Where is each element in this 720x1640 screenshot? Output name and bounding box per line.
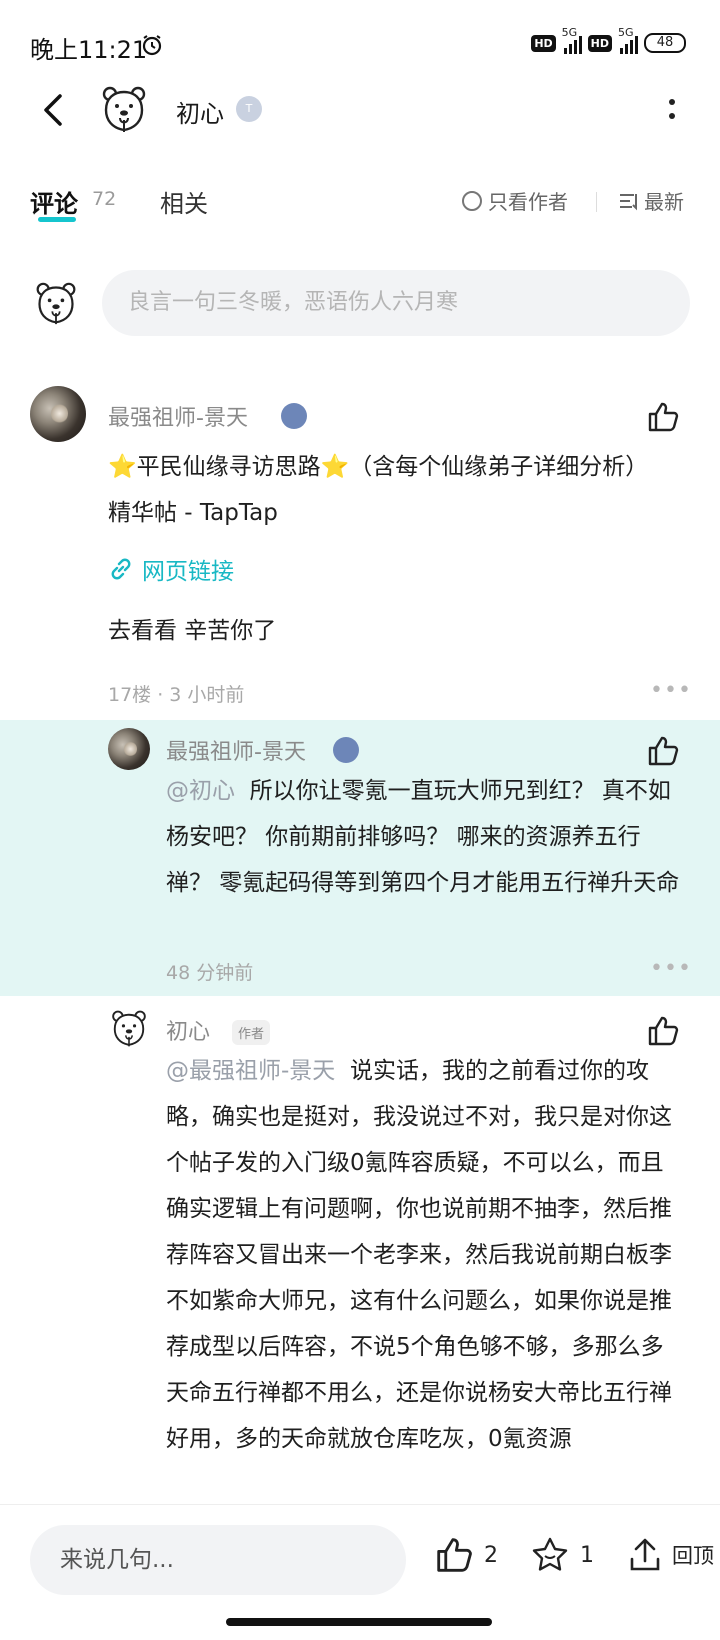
reply-user-name[interactable]: 最强祖师-景天 — [166, 734, 306, 766]
hd-badge: HD — [531, 34, 556, 52]
comments-count: 72 — [92, 188, 117, 210]
reply-input[interactable]: 来说几句... — [30, 1525, 406, 1595]
more-vertical-icon[interactable] — [662, 94, 682, 124]
battery-indicator: 48 — [644, 33, 686, 53]
verified-icon — [281, 403, 307, 429]
top-bar: 初心 T — [0, 80, 720, 176]
alarm-icon — [142, 35, 162, 56]
status-indicators: HD 5G HD 5G 48 — [531, 26, 686, 54]
avatar-bear-icon — [36, 282, 76, 325]
like-icon[interactable] — [646, 734, 680, 768]
status-time: 晚上11:21 — [30, 36, 148, 64]
tab-related[interactable]: 相关 — [160, 184, 208, 219]
back-to-top-label: 回顶 — [672, 1544, 714, 1568]
like-icon[interactable] — [646, 1014, 680, 1048]
signal-icon-2: 5G — [618, 26, 638, 54]
star-count: 1 — [580, 1542, 594, 1568]
more-icon[interactable]: ••• — [650, 956, 692, 981]
back-icon[interactable] — [36, 90, 76, 130]
reply-user-name[interactable]: 初心 — [166, 1014, 210, 1046]
signal-icon: 5G — [562, 26, 582, 54]
divider — [596, 192, 597, 212]
comment-compose: 良言一句三冬暖，恶语伤人六月寒 — [30, 270, 690, 340]
author-only-label: 只看作者 — [488, 190, 568, 214]
sort-label: 最新 — [644, 190, 684, 214]
avatar-bear-icon[interactable] — [110, 1008, 148, 1050]
reply-meta: 48 分钟前 — [166, 962, 254, 984]
tab-comments[interactable]: 评论 — [30, 184, 78, 219]
avatar[interactable] — [30, 386, 86, 442]
comment-tabs: 评论 72 相关 只看作者 最新 — [0, 176, 720, 232]
star-icon — [532, 1537, 568, 1571]
reply-text[interactable]: @最强祖师-景天 说实话，我的之前看过你的攻略，确实也是挺对，我没说过不对，我只… — [166, 1048, 686, 1462]
verified-icon — [333, 737, 359, 763]
sort-icon — [620, 193, 637, 210]
mention[interactable]: @初心 — [166, 778, 235, 804]
sort-button[interactable]: 最新 — [618, 186, 684, 215]
comment-meta: 17楼 · 3 小时前 — [108, 684, 245, 706]
comment-title[interactable]: ⭐平民仙缘寻访思路⭐（含每个仙缘弟子详细分析） 精华帖 - TapTap — [108, 444, 678, 536]
level-badge: T — [236, 96, 262, 122]
comment-user-name[interactable]: 最强祖师-景天 — [108, 400, 248, 432]
comment-text: 去看看 辛苦你了 — [108, 618, 277, 644]
reply-text[interactable]: @初心 所以你让零氪一直玩大师兄到红？ 真不如杨安吧？ 你前期前排够吗？ 哪来的… — [166, 768, 686, 906]
header-user-name[interactable]: 初心 — [176, 94, 224, 129]
like-icon — [437, 1538, 472, 1572]
avatar-bear-icon[interactable] — [100, 84, 148, 136]
web-link-label: 网页链接 — [142, 559, 234, 585]
reply-body: 所以你让零氪一直玩大师兄到红？ 真不如杨安吧？ 你前期前排够吗？ 哪来的资源养五… — [166, 778, 680, 896]
like-count: 2 — [484, 1542, 498, 1568]
hd-badge-2: HD — [587, 34, 612, 52]
radio-icon — [462, 190, 482, 211]
like-button[interactable]: 2 — [434, 1535, 498, 1575]
favorite-button[interactable]: 1 — [530, 1535, 594, 1575]
link-icon — [111, 558, 131, 580]
comment-input[interactable]: 良言一句三冬暖，恶语伤人六月寒 — [102, 270, 690, 336]
author-only-filter[interactable]: 只看作者 — [462, 186, 568, 215]
web-link[interactable]: 网页链接 — [108, 552, 234, 586]
mention[interactable]: @最强祖师-景天 — [166, 1058, 335, 1084]
active-tab-indicator — [38, 217, 76, 222]
back-to-top-button[interactable]: 回顶 — [626, 1535, 714, 1575]
avatar[interactable] — [108, 728, 150, 770]
status-bar: 晚上11:21 HD 5G HD 5G 48 — [0, 0, 720, 80]
upload-arrow-icon — [630, 1538, 660, 1571]
home-indicator[interactable] — [226, 1618, 492, 1626]
more-icon[interactable]: ••• — [650, 678, 692, 703]
like-icon[interactable] — [646, 400, 680, 434]
reply-body: 说实话，我的之前看过你的攻略，确实也是挺对，我没说过不对，我只是对你这个帖子发的… — [166, 1058, 672, 1452]
author-tag: 作者 — [232, 1020, 271, 1045]
